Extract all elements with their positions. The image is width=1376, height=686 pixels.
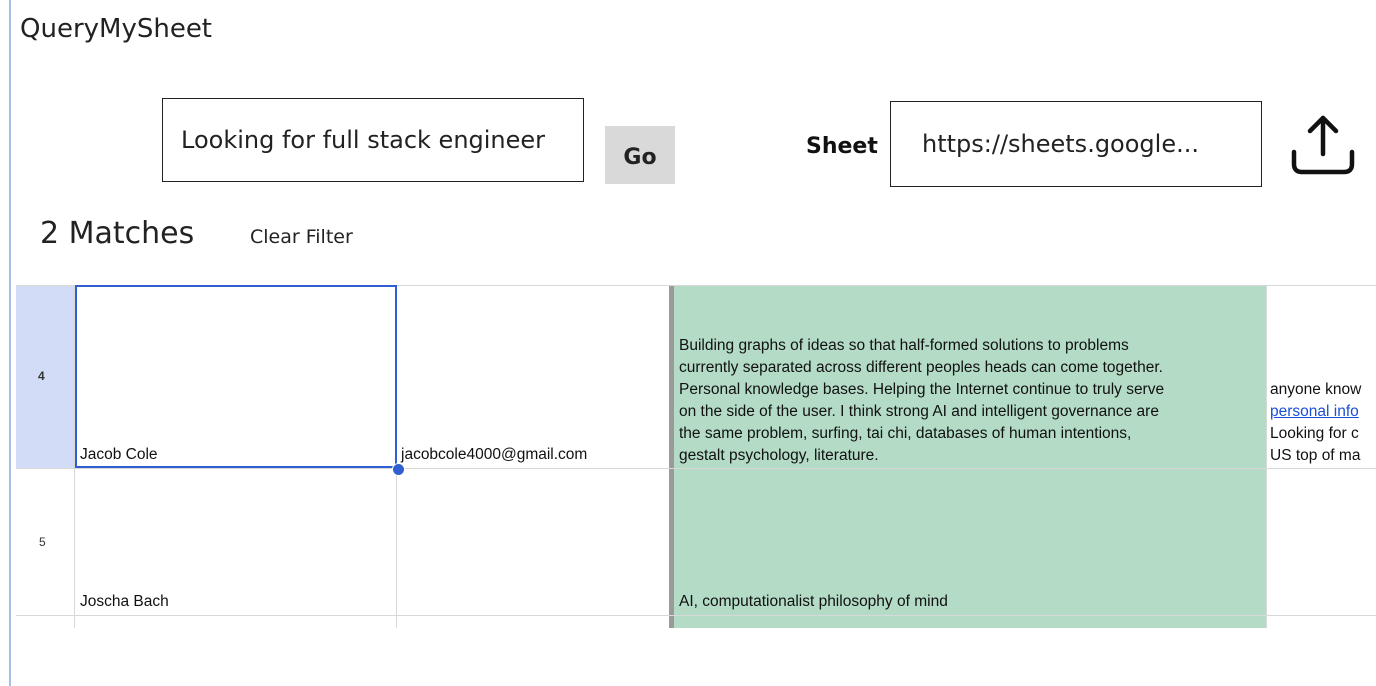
sheet-label: Sheet bbox=[806, 134, 878, 159]
interests-cell[interactable]: AI, computationalist philosophy of mind bbox=[679, 591, 948, 613]
selected-cell-outline bbox=[75, 285, 397, 468]
app-title: QueryMySheet bbox=[20, 14, 213, 44]
interests-line: gestalt psychology, literature. bbox=[679, 447, 879, 464]
results-grid: 4 Jacob Cole jacobcole4000@gmail.com Bui… bbox=[16, 285, 1376, 628]
interests-line: Building graphs of ideas so that half-fo… bbox=[679, 337, 1129, 354]
upload-icon[interactable] bbox=[1290, 112, 1356, 178]
interests-line: Personal knowledge bases. Helping the In… bbox=[679, 381, 1165, 398]
name-cell[interactable]: Joscha Bach bbox=[80, 591, 169, 613]
fill-handle[interactable] bbox=[392, 463, 405, 476]
interests-cell[interactable]: Building graphs of ideas so that half-fo… bbox=[679, 335, 1269, 467]
clear-filter-button[interactable]: Clear Filter bbox=[250, 226, 353, 248]
window-edge bbox=[9, 0, 11, 686]
email-cell[interactable]: jacobcole4000@gmail.com bbox=[401, 444, 587, 466]
row-number[interactable]: 5 bbox=[39, 535, 46, 549]
next-column-cell[interactable]: anyone know personal info Looking for c … bbox=[1270, 379, 1376, 467]
row-header-selected[interactable] bbox=[16, 285, 74, 468]
search-input[interactable]: Looking for full stack engineer bbox=[162, 98, 584, 182]
interests-line: the same problem, surfing, tai chi, data… bbox=[679, 425, 1132, 442]
interests-line: on the side of the user. I think strong … bbox=[679, 403, 1159, 420]
next-col-line: US top of ma bbox=[1270, 447, 1361, 464]
personal-info-link[interactable]: personal info bbox=[1270, 401, 1376, 423]
next-col-line: Looking for c bbox=[1270, 425, 1359, 442]
go-button[interactable]: Go bbox=[605, 126, 675, 184]
sheet-url-input[interactable]: https://sheets.google... bbox=[890, 101, 1262, 187]
match-count: 2 Matches bbox=[40, 216, 195, 251]
interests-line: currently separated across different peo… bbox=[679, 359, 1163, 376]
next-col-line: anyone know bbox=[1270, 381, 1362, 398]
column-resize-handle[interactable] bbox=[669, 285, 674, 628]
row-number[interactable]: 4 bbox=[38, 369, 45, 383]
